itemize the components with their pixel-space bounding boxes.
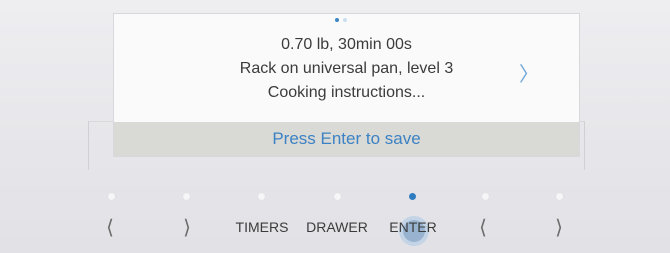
drawer-button[interactable]: DRAWER <box>302 213 372 241</box>
display-screen: 0.70 lb, 30min 00s Rack on universal pan… <box>114 14 579 156</box>
indicator-dot <box>556 193 563 200</box>
weight-time-text: 0.70 lb, 30min 00s <box>281 36 412 53</box>
left-arrow-button[interactable]: ⟨ <box>100 213 120 241</box>
rack-position-text: Rack on universal pan, level 3 <box>239 60 454 77</box>
page-dot-2 <box>343 18 347 22</box>
save-prompt-bar: Press Enter to save <box>114 122 579 156</box>
cooking-instructions-link[interactable]: Cooking instructions... <box>114 84 579 102</box>
indicator-dot <box>183 193 190 200</box>
indicator-dot <box>482 193 489 200</box>
page-dot-1 <box>335 18 339 22</box>
timers-button[interactable]: TIMERS <box>230 213 294 241</box>
button-indicator-dots <box>0 193 670 201</box>
indicator-dot <box>108 193 115 200</box>
enter-button[interactable]: ENTER <box>385 213 441 241</box>
right-arrow-button[interactable]: ⟩ <box>177 213 197 241</box>
chevron-right-icon[interactable]: 〉 <box>519 58 539 87</box>
indicator-dot <box>334 193 341 200</box>
indicator-dot <box>258 193 265 200</box>
indicator-dot-active <box>409 193 416 200</box>
right-arrow-button-2[interactable]: ⟩ <box>549 213 569 241</box>
panel-outline-right <box>578 121 585 170</box>
panel-outline-left <box>88 121 115 170</box>
left-arrow-button-2[interactable]: ⟨ <box>473 213 493 241</box>
page-indicator <box>335 18 347 22</box>
